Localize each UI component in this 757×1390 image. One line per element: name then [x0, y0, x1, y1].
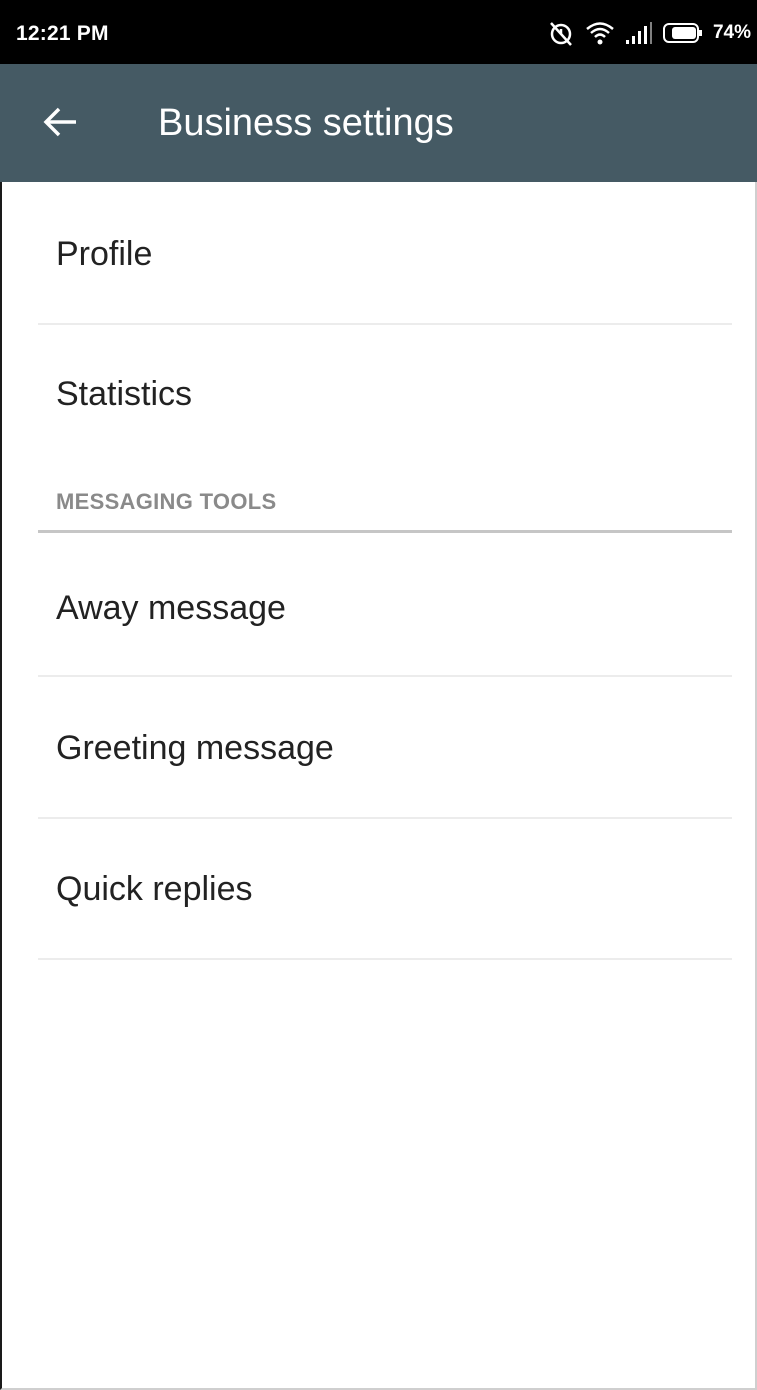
settings-item-label: Greeting message: [56, 729, 334, 767]
settings-item-away-message[interactable]: Away message: [0, 534, 757, 675]
settings-item-label: Away message: [56, 589, 286, 627]
alarm-off-icon: [547, 19, 575, 47]
status-bar: 12:21 PM 74%: [0, 0, 757, 64]
settings-item-greeting-message[interactable]: Greeting message: [0, 677, 757, 817]
status-time: 12:21 PM: [16, 22, 109, 45]
settings-item-label: Quick replies: [56, 870, 253, 908]
settings-item-statistics[interactable]: Statistics: [0, 325, 757, 465]
battery-percent: 74%: [712, 22, 751, 43]
arrow-back-icon: [42, 106, 78, 143]
back-button[interactable]: [30, 94, 90, 154]
section-header-messaging-tools: MESSAGING TOOLS: [56, 489, 277, 514]
signal-icon: [625, 21, 653, 45]
settings-item-label: Statistics: [56, 375, 193, 413]
section-divider: [38, 530, 732, 533]
settings-item-quick-replies[interactable]: Quick replies: [0, 819, 757, 959]
page-title: Business settings: [158, 102, 454, 144]
settings-item-profile[interactable]: Profile: [0, 182, 757, 324]
wifi-icon: [585, 20, 615, 46]
app-bar: Business settings: [0, 64, 757, 182]
status-icons: 74%: [547, 18, 751, 48]
battery-icon: [662, 22, 703, 44]
settings-item-label: Profile: [56, 235, 153, 273]
divider: [38, 958, 732, 960]
